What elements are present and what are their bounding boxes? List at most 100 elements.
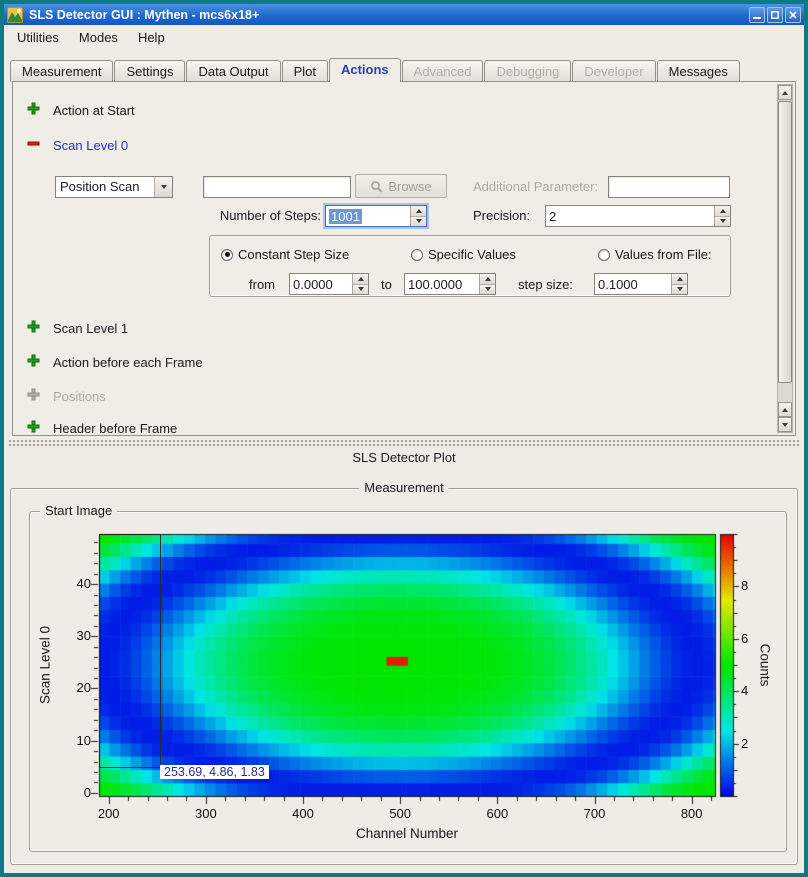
scan-file-input[interactable] [203,176,351,198]
y-tick-label: 0 [53,785,91,800]
spin-up-button[interactable] [715,206,730,217]
radio-values-from-file[interactable]: Values from File: [598,247,712,262]
close-button[interactable] [785,7,801,23]
scroll-up-button[interactable] [778,85,792,100]
spin-down-button[interactable] [715,217,730,227]
window-inner: SLS Detector GUI : Mythen - mcs6x18+ Uti… [4,4,804,873]
browse-label: Browse [388,179,431,194]
title-bar[interactable]: SLS Detector GUI : Mythen - mcs6x18+ [4,4,804,25]
step-size-value: 0.1000 [598,277,638,292]
colorbar-title: Counts [758,644,773,687]
tab-messages[interactable]: Messages [657,60,740,82]
from-label: from [249,277,275,292]
zoom-selection-rect [99,534,161,768]
scroll-down-button[interactable] [778,417,792,432]
scan-level-1-label[interactable]: Scan Level 1 [53,321,128,336]
to-spinbox[interactable]: 100.0000 [404,273,496,295]
splitter-handle[interactable] [4,436,804,450]
tab-actions[interactable]: Actions [329,58,401,82]
menu-modes[interactable]: Modes [70,27,127,48]
expand-plus-icon[interactable] [27,320,41,334]
tab-debugging[interactable]: Debugging [484,60,571,82]
tab-advanced[interactable]: Advanced [402,60,484,82]
step-mode-groupbox: Constant Step Size Specific Values Value… [209,235,731,297]
chevron-down-icon [154,177,172,197]
spin-up-button[interactable] [480,274,495,285]
action-at-start-label[interactable]: Action at Start [53,103,135,118]
colorbar-tick-label: 4 [741,683,748,698]
radio-specific-label: Specific Values [428,247,516,262]
menu-bar: Utilities Modes Help [4,25,804,50]
measurement-legend: Measurement [359,480,448,495]
action-before-each-frame-label[interactable]: Action before each Frame [53,355,203,370]
spin-down-button[interactable] [672,285,687,295]
start-image-group: Start Image 253.69, 4.86, 1.83 Scan Leve… [29,511,787,852]
menu-utilities[interactable]: Utilities [8,27,68,48]
plot-area: 253.69, 4.86, 1.83 Scan Level 0 Channel … [31,513,785,850]
radio-specific-values[interactable]: Specific Values [411,247,516,262]
tab-bar: Measurement Settings Data Output Plot Ac… [10,58,798,82]
menu-help[interactable]: Help [129,27,174,48]
tab-settings[interactable]: Settings [114,60,185,82]
x-tick-label: 800 [675,806,709,821]
expand-plus-icon[interactable] [27,102,41,116]
radio-constant-step-size[interactable]: Constant Step Size [221,247,349,262]
spin-up-button[interactable] [672,274,687,285]
precision-spinbox[interactable]: 2 [545,205,731,227]
plot-dock-title: SLS Detector Plot [4,450,804,468]
main-area: Measurement Settings Data Output Plot Ac… [4,50,804,873]
to-value: 100.0000 [408,277,462,292]
from-spinbox[interactable]: 0.0000 [289,273,369,295]
y-tick-label: 20 [53,680,91,695]
x-tick-label: 600 [480,806,514,821]
minimize-button[interactable] [749,7,765,23]
header-before-frame-label[interactable]: Header before Frame [53,421,177,436]
measurement-group: Measurement Start Image 253.69, 4.86, 1.… [10,488,798,865]
y-tick-label: 30 [53,628,91,643]
radio-dot [411,249,423,261]
spin-down-button[interactable] [353,285,368,295]
y-tick-label: 40 [53,576,91,591]
number-of-steps-spinbox[interactable]: 1001 [325,205,427,227]
scrollbar-thumb[interactable] [778,101,792,383]
spin-down-button[interactable] [480,285,495,295]
window-controls [749,7,801,23]
scan-mode-combo[interactable]: Position Scan [55,176,173,198]
maximize-button[interactable] [767,7,783,23]
vertical-scrollbar[interactable] [777,84,793,433]
radio-constant-label: Constant Step Size [238,247,349,262]
additional-parameter-input[interactable] [608,176,730,198]
expand-plus-icon[interactable] [27,420,41,434]
scroll-up-button[interactable] [778,402,792,417]
collapse-minus-icon[interactable] [27,137,41,151]
x-tick-label: 200 [92,806,126,821]
scan-level-0-label[interactable]: Scan Level 0 [53,138,128,153]
spin-up-button[interactable] [411,206,426,217]
browse-button[interactable]: Browse [355,174,447,198]
from-value: 0.0000 [293,277,333,292]
x-axis-title: Channel Number [356,826,458,841]
precision-value: 2 [549,209,556,224]
tab-data-output[interactable]: Data Output [186,60,280,82]
tab-plot[interactable]: Plot [282,60,328,82]
tab-developer[interactable]: Developer [572,60,655,82]
x-tick-label: 500 [383,806,417,821]
number-of-steps-label: Number of Steps: [161,208,321,223]
radio-dot [221,249,233,261]
additional-parameter-label: Additional Parameter: [473,179,598,194]
app-icon [7,7,23,23]
expand-plus-icon[interactable] [27,354,41,368]
spin-up-button[interactable] [353,274,368,285]
tab-measurement[interactable]: Measurement [10,60,113,82]
step-size-spinbox[interactable]: 0.1000 [594,273,688,295]
spin-down-button[interactable] [411,217,426,227]
colorbar-tick-label: 2 [741,736,748,751]
scan-mode-value: Position Scan [56,177,154,197]
y-axis-title: Scan Level 0 [38,626,53,704]
radio-dot [598,249,610,261]
x-tick-label: 700 [578,806,612,821]
minimize-icon [753,11,761,19]
cursor-readout: 253.69, 4.86, 1.83 [160,765,269,779]
step-size-label: step size: [518,277,573,292]
to-label: to [381,277,392,292]
